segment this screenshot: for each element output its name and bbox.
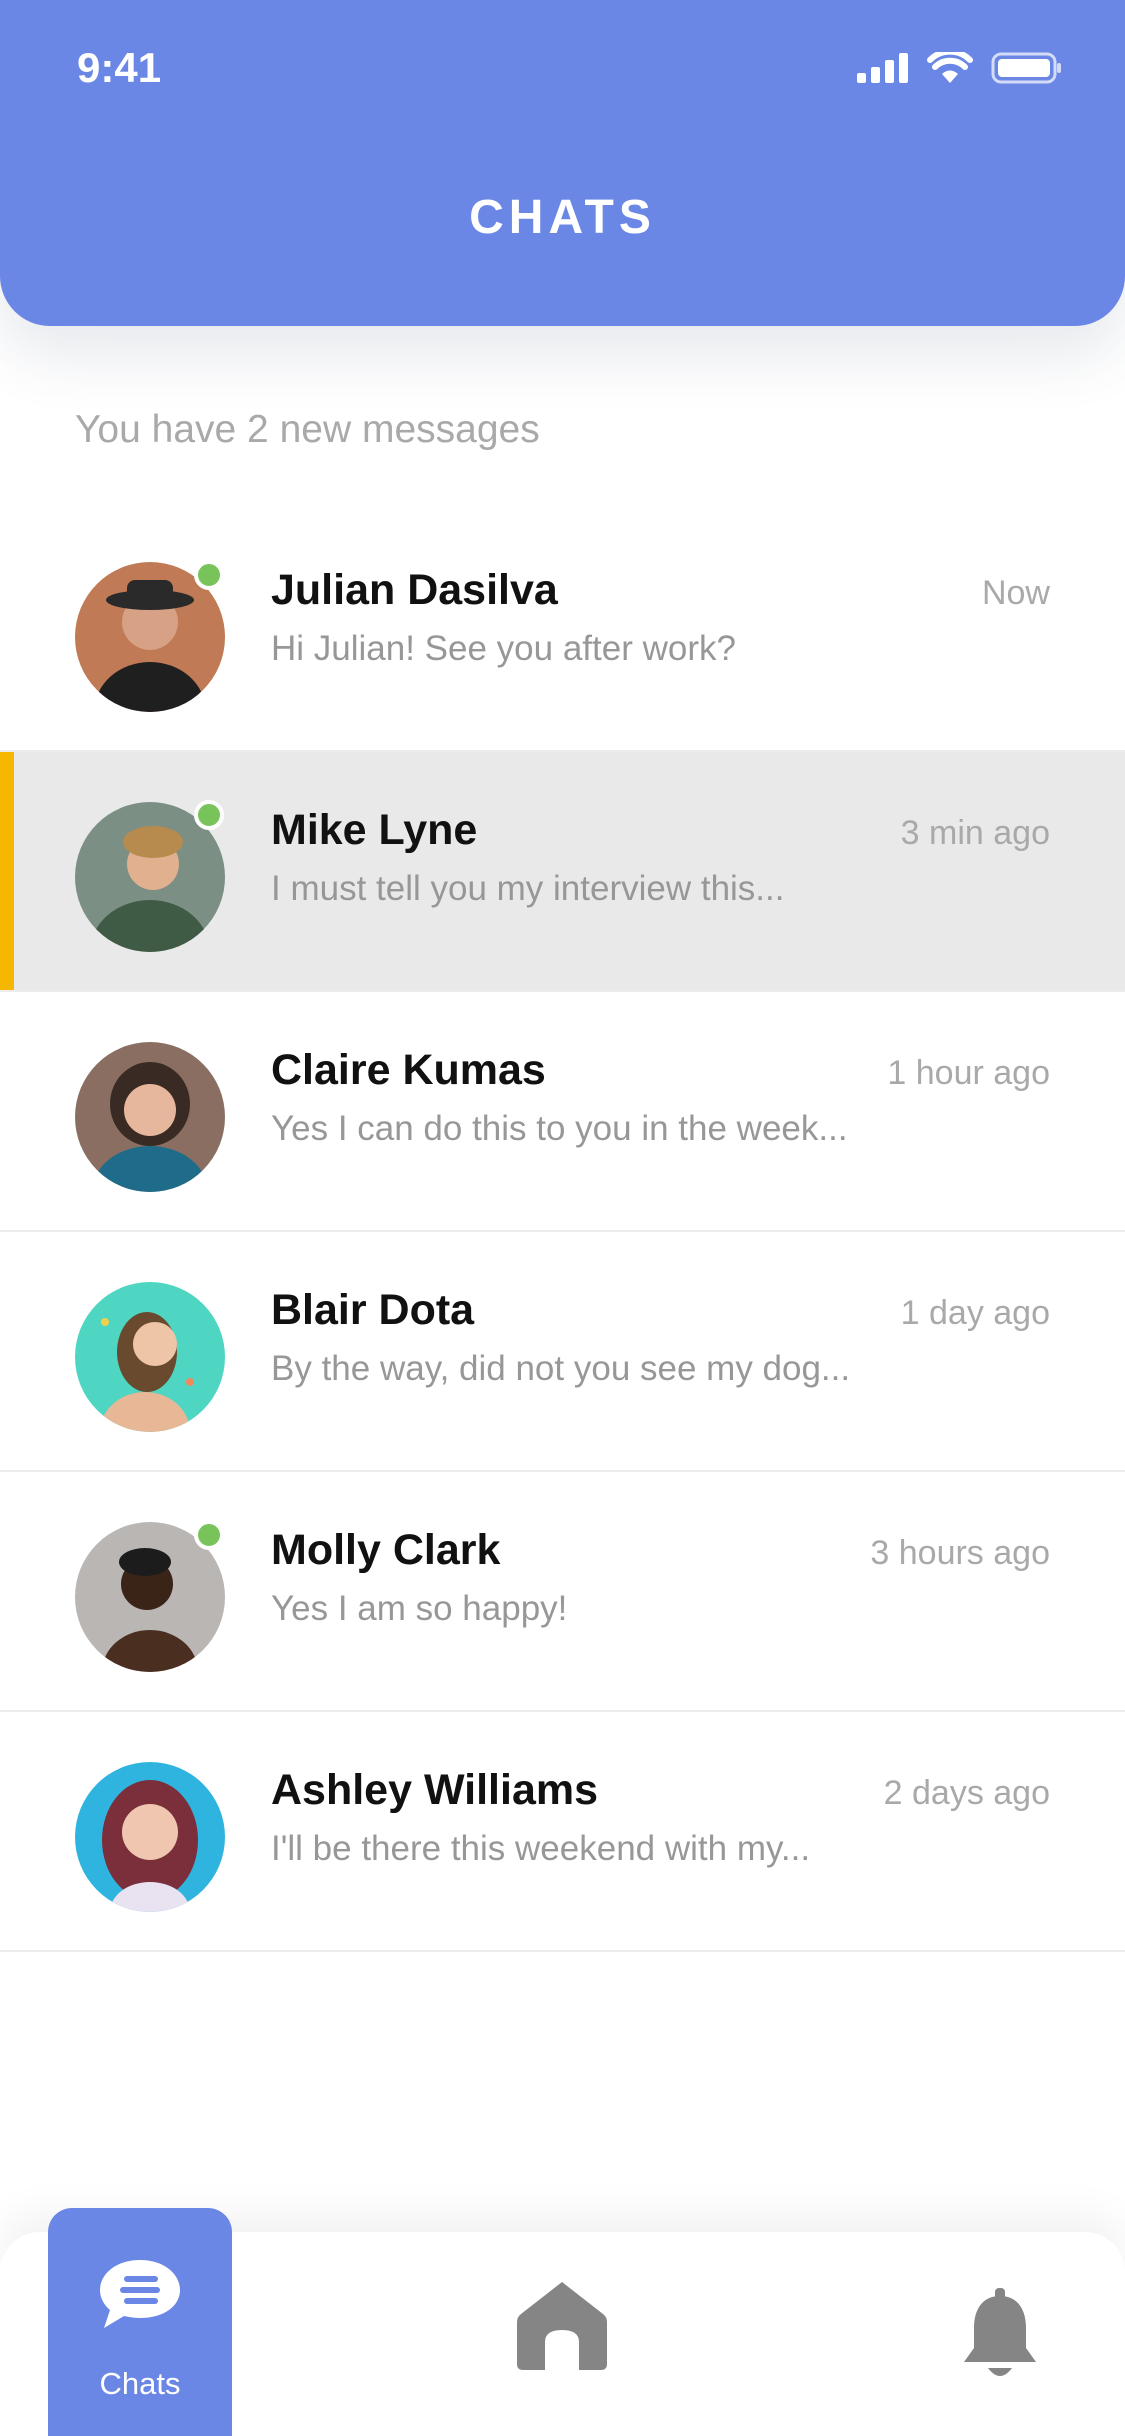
chat-row-ashley-williams[interactable]: Ashley Williams I'll be there this weeke… <box>0 1712 1125 1952</box>
avatar[interactable] <box>75 1042 225 1192</box>
message-time: 1 hour ago <box>887 1054 1050 1092</box>
avatar[interactable] <box>75 1282 225 1432</box>
message-preview: Yes I am so happy! <box>271 1589 568 1628</box>
message-preview: I must tell you my interview this... <box>271 869 785 908</box>
message-preview: By the way, did not you see my dog... <box>271 1349 851 1388</box>
signal-icon <box>857 53 908 83</box>
message-preview: Hi Julian! See you after work? <box>271 629 736 668</box>
contact-name: Blair Dota <box>271 1286 475 1334</box>
tab-chats-label: Chats <box>99 2366 181 2401</box>
app-header: 9:41 CHATS <box>0 0 1125 326</box>
status-time: 9:41 <box>77 44 162 91</box>
message-time: 2 days ago <box>883 1774 1050 1812</box>
chat-row-blair-dota[interactable]: Blair Dota By the way, did not you see m… <box>0 1232 1125 1472</box>
contact-name: Julian Dasilva <box>271 566 558 614</box>
page-title: CHATS <box>469 191 656 244</box>
message-time: 3 hours ago <box>870 1534 1050 1572</box>
chat-row-claire-kumas[interactable]: Claire Kumas Yes I can do this to you in… <box>0 992 1125 1232</box>
home-icon[interactable] <box>515 2278 609 2374</box>
message-time: Now <box>981 574 1050 612</box>
online-indicator <box>194 1520 224 1550</box>
status-icons <box>857 48 1063 88</box>
chat-bubble-icon <box>100 2260 180 2328</box>
tab-chats[interactable]: Chats <box>48 2208 232 2436</box>
online-indicator <box>194 560 224 590</box>
message-time: 1 day ago <box>900 1294 1050 1332</box>
chat-row-mike-lyne[interactable]: Mike Lyne I must tell you my interview t… <box>0 752 1125 992</box>
chat-row-julian-dasilva[interactable]: Julian Dasilva Hi Julian! See you after … <box>0 512 1125 752</box>
new-messages-summary: You have 2 new messages <box>75 408 540 451</box>
contact-name: Claire Kumas <box>271 1046 546 1094</box>
online-indicator <box>194 800 224 830</box>
contact-name: Molly Clark <box>271 1526 501 1574</box>
message-time: 3 min ago <box>900 814 1050 852</box>
wifi-icon <box>927 52 973 83</box>
avatar[interactable] <box>75 1762 225 1912</box>
chat-list: Julian Dasilva Hi Julian! See you after … <box>0 512 1125 1952</box>
message-preview: I'll be there this weekend with my... <box>271 1829 811 1868</box>
contact-name: Ashley Williams <box>271 1766 599 1814</box>
chat-row-molly-clark[interactable]: Molly Clark Yes I am so happy! 3 hours a… <box>0 1472 1125 1712</box>
contact-name: Mike Lyne <box>271 806 478 854</box>
message-preview: Yes I can do this to you in the week... <box>271 1109 848 1148</box>
bell-icon[interactable] <box>960 2288 1040 2384</box>
battery-icon <box>991 52 1061 84</box>
